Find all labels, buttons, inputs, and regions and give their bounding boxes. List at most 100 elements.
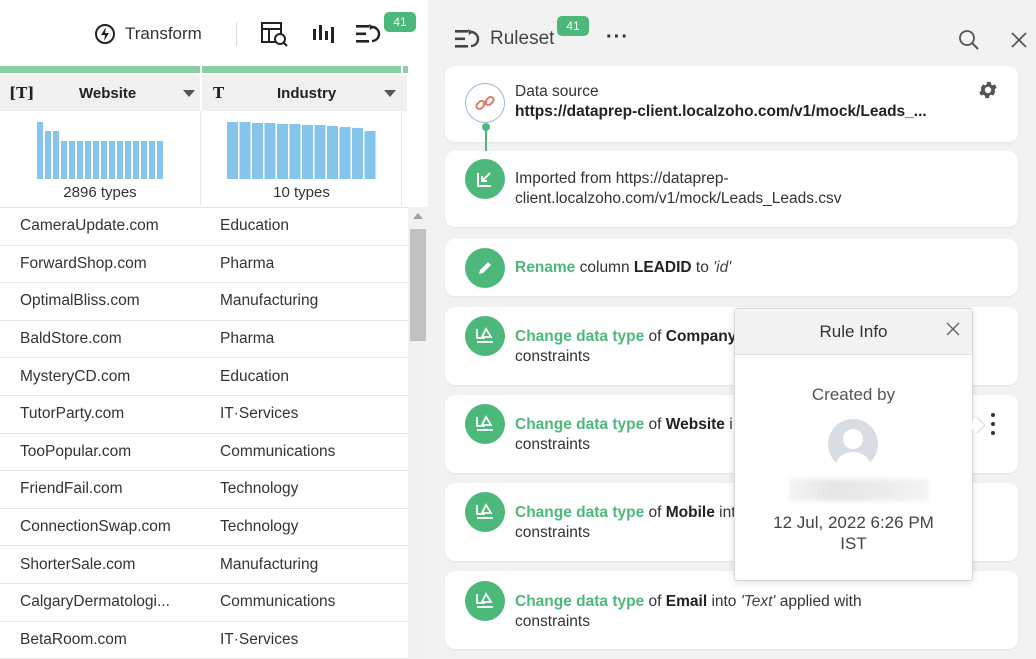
cell-industry[interactable]: Education [220,217,400,235]
cell-industry[interactable]: Pharma [220,330,400,348]
cell-industry[interactable]: IT·Services [220,405,400,423]
cell-industry[interactable]: Communications [220,443,400,461]
rule-menu-kebab-icon[interactable] [987,412,999,438]
histogram-bar [157,141,163,179]
data-source-label: Data source [515,83,599,100]
grid-vertical-scrollbar[interactable] [408,207,428,659]
cell-website[interactable]: CameraUpdate.com [20,217,180,235]
created-date-line-1: 12 Jul, 2022 6:26 PM [773,513,934,532]
table-row[interactable]: OptimalBliss.com Manufacturing [0,283,408,321]
change-email-text: Change data type of Email into 'Text' ap… [515,592,998,632]
scrollbar-thumb[interactable] [410,229,426,341]
close-icon[interactable] [946,322,960,336]
ruleset-toggle-button[interactable] [353,20,383,48]
cell-industry[interactable]: IT·Services [220,631,400,649]
rule-card-change-email[interactable]: Change data type of Email into 'Text' ap… [445,571,1018,649]
chevron-down-icon[interactable] [384,89,396,97]
ruleset-title: Ruleset [490,28,555,49]
transform-button[interactable]: Transform [94,22,202,46]
histogram-bar [239,122,251,179]
cell-industry[interactable]: Education [220,368,400,386]
histogram-bar [53,131,59,179]
table-row[interactable]: ConnectionSwap.com Technology [0,509,408,547]
rule-action: Change data type [515,328,645,345]
table-row[interactable]: TutorParty.com IT·Services [0,396,408,434]
table-row[interactable]: ForwardShop.com Pharma [0,246,408,284]
histogram-bar [117,141,123,179]
histogram-bar [109,141,115,179]
cell-website[interactable]: ConnectionSwap.com [20,518,180,536]
histogram-bar [85,141,91,179]
column-header-industry[interactable]: T Industry [202,75,408,111]
cell-industry[interactable]: Manufacturing [220,556,400,574]
histogram-industry[interactable]: 10 types [202,111,402,206]
more-options-button[interactable]: ··· [606,26,629,49]
cell-industry[interactable]: Technology [220,480,400,498]
cell-website[interactable]: BetaRoom.com [20,631,180,649]
cell-website[interactable]: TutorParty.com [20,405,180,423]
histogram-caption: 10 types [273,184,330,201]
rule-card-imported[interactable]: Imported from https://dataprep- client.l… [445,151,1018,227]
cell-website[interactable]: FriendFail.com [20,480,180,498]
table-row[interactable]: FriendFail.com Technology [0,471,408,509]
cell-website[interactable]: TooPopular.com [20,443,180,461]
cell-website[interactable]: CalgaryDermatologi... [20,593,180,611]
ruleset-header: Ruleset 41 ··· [428,0,1036,66]
histogram-bar [69,141,75,179]
table-row[interactable]: BaldStore.com Pharma [0,321,408,359]
search-icon[interactable] [958,29,980,51]
rule-column: Website [665,416,725,433]
table-row[interactable]: MysteryCD.com Education [0,358,408,396]
cell-website[interactable]: ShorterSale.com [20,556,180,574]
text-type-icon: [T] [9,84,35,102]
rule-text: column [579,259,630,276]
column-quality-bar [0,66,408,73]
cell-industry[interactable]: Manufacturing [220,292,400,310]
table-row[interactable]: BetaRoom.com IT·Services [0,622,408,659]
cell-industry[interactable]: Communications [220,593,400,611]
table-row[interactable]: CameraUpdate.com Education [0,208,408,246]
cell-website[interactable]: BaldStore.com [20,330,180,348]
column-header-website[interactable]: [T] Website [0,75,201,111]
rule-column: Company [665,328,737,345]
ruleset-count-badge: 41 [384,12,416,32]
toolbar-divider [236,22,237,46]
rule-card-data-source[interactable]: Data source https://dataprep-client.loca… [445,66,1018,142]
histogram-bar [352,128,363,179]
histogram-website[interactable]: 2896 types [0,111,201,206]
rule-column: Email [665,593,708,610]
rule-action: Rename [515,259,576,276]
statistics-button[interactable] [309,20,339,48]
transform-label: Transform [125,24,202,43]
gear-icon[interactable] [977,79,999,101]
scroll-up-icon[interactable] [413,213,423,219]
table-row[interactable]: TooPopular.com Communications [0,434,408,472]
rename-text: Rename column LEADID to 'id' [515,258,998,278]
blurred-user-name [789,479,929,501]
rule-card-rename[interactable]: Rename column LEADID to 'id' [445,239,1018,296]
cell-industry[interactable]: Technology [220,518,400,536]
rule-text: of [648,504,662,521]
chevron-down-icon[interactable] [183,89,195,97]
table-row[interactable]: CalgaryDermatologi... Communications [0,584,408,622]
cell-industry[interactable]: Pharma [220,255,400,273]
column-name-website: Website [79,84,137,102]
rule-column: LEADID [633,259,692,276]
table-row[interactable]: ShorterSale.com Manufacturing [0,546,408,584]
table-search-button[interactable] [259,20,289,48]
histogram-bar [101,141,107,179]
rule-text: applied with [779,593,862,610]
import-icon [465,159,505,199]
cell-website[interactable]: OptimalBliss.com [20,292,180,310]
cell-website[interactable]: MysteryCD.com [20,368,180,386]
rule-value: 'id' [713,259,732,276]
close-icon[interactable] [1010,31,1028,49]
histogram-bar [77,141,83,179]
histogram-bar [61,141,67,179]
cell-website[interactable]: ForwardShop.com [20,255,180,273]
histogram-caption: 2896 types [63,184,137,201]
histogram-bar [302,125,313,179]
histogram-bar [133,141,139,179]
histogram-bar [364,131,376,179]
histogram-bar [45,131,51,179]
